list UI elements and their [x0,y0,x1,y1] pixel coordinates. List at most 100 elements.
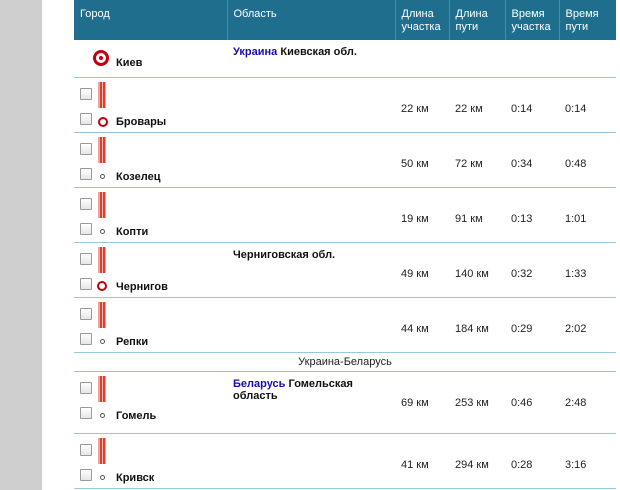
path-time-cell: 2:48 [559,371,616,434]
road-stripe-icon [98,136,106,163]
region-cell [227,433,395,489]
city-cell: Киев [74,40,227,78]
city-name: Кривск [116,471,155,484]
region-cell: Беларусь Гомельская область [227,371,395,434]
region-cell [227,297,395,353]
segment-time-cell: 0:29 [505,297,559,353]
city-cell: Бровары [74,77,227,133]
region-cell: Украина Киевская обл. [227,40,395,78]
road-stripe-icon [98,375,106,402]
table-row: Чернигов Черниговская обл. 49 км 140 км … [74,242,616,298]
start-city-marker-icon [93,50,109,66]
region-cell [227,77,395,133]
path-length-cell: 72 км [449,132,505,188]
segment-length-cell [395,40,449,78]
village-marker-icon [100,173,105,179]
header-segment-time: Время участка [505,0,560,40]
path-length-cell: 294 км [449,433,505,489]
region-cell [227,187,395,243]
city-checkbox[interactable] [80,112,92,125]
table-row: Кривск 41 км 294 км 0:28 3:16 [74,433,616,489]
city-checkbox[interactable] [80,468,92,481]
road-segment-checkbox[interactable] [80,252,92,265]
header-path-length: Длина пути [449,0,506,40]
path-length-cell: 22 км [449,77,505,133]
city-checkbox[interactable] [80,332,92,345]
road-segment-checkbox[interactable] [80,87,92,100]
road-segment-checkbox[interactable] [80,307,92,320]
path-length-cell: 91 км [449,187,505,243]
city-cell: Гомель [74,371,227,434]
route-table-wrapper: Город Область Длина участка Длина пути В… [74,0,616,489]
road-segment-checkbox[interactable] [80,381,92,394]
table-row: Гомель Беларусь Гомельская область 69 км… [74,371,616,434]
segment-time-cell: 0:32 [505,242,559,298]
region-name: Киевская обл. [280,46,357,58]
header-city: Город [74,0,228,40]
region-name: Черниговская обл. [233,248,336,261]
path-time-cell: 1:01 [559,187,616,243]
city-checkbox[interactable] [80,167,92,180]
segment-time-cell [505,40,559,78]
country-link[interactable]: Беларусь [233,378,285,390]
table-row: Репки 44 км 184 км 0:29 2:02 [74,297,616,353]
village-marker-icon [100,474,105,480]
table-header-row: Город Область Длина участка Длина пути В… [74,0,616,40]
city-checkbox[interactable] [80,277,92,290]
path-length-cell: 253 км [449,371,505,434]
segment-length-cell: 50 км [395,132,449,188]
segment-time-cell: 0:46 [505,371,559,434]
segment-length-cell: 49 км [395,242,449,298]
segment-time-cell: 0:34 [505,132,559,188]
city-name: Репки [116,335,149,348]
road-stripe-icon [98,246,106,273]
path-time-cell [559,40,616,78]
road-segment-checkbox[interactable] [80,142,92,155]
city-cell: Копти [74,187,227,243]
header-segment-length: Длина участка [395,0,450,40]
road-stripe-icon [98,81,106,108]
segment-time-cell: 0:28 [505,433,559,489]
city-checkbox[interactable] [80,222,92,235]
road-segment-checkbox[interactable] [80,197,92,210]
village-marker-icon [100,228,105,234]
path-time-cell: 0:48 [559,132,616,188]
path-length-cell [449,40,505,78]
segment-length-cell: 69 км [395,371,449,434]
city-cell: Репки [74,297,227,353]
city-name: Гомель [116,409,157,422]
segment-length-cell: 22 км [395,77,449,133]
table-row: Копти 19 км 91 км 0:13 1:01 [74,187,616,243]
town-marker-icon [97,280,107,291]
city-checkbox[interactable] [80,406,92,419]
path-time-cell: 3:16 [559,433,616,489]
region-cell [227,132,395,188]
border-row: Украина-Беларусь [74,352,616,372]
segment-length-cell: 19 км [395,187,449,243]
village-marker-icon [100,338,105,344]
village-marker-icon [100,412,105,418]
country-link[interactable]: Украина [233,46,277,58]
path-time-cell: 0:14 [559,77,616,133]
path-length-cell: 140 км [449,242,505,298]
region-cell: Черниговская обл. [227,242,395,298]
city-cell: Кривск [74,433,227,489]
city-name: Копти [116,225,149,238]
table-row: Козелец 50 км 72 км 0:34 0:48 [74,132,616,188]
city-name: Киев [116,57,143,69]
table-row: Киев Украина Киевская обл. [74,40,616,78]
city-cell: Чернигов [74,242,227,298]
segment-time-cell: 0:14 [505,77,559,133]
segment-length-cell: 41 км [395,433,449,489]
header-region: Область [227,0,396,40]
town-marker-icon [98,116,108,127]
road-stripe-icon [98,301,106,328]
city-name: Чернигов [116,280,168,293]
road-stripe-icon [98,437,106,464]
road-segment-checkbox[interactable] [80,443,92,456]
left-gray-margin [0,0,42,490]
city-name: Бровары [116,115,167,128]
segment-time-cell: 0:13 [505,187,559,243]
road-stripe-icon [98,191,106,218]
header-path-time: Время пути [559,0,616,40]
